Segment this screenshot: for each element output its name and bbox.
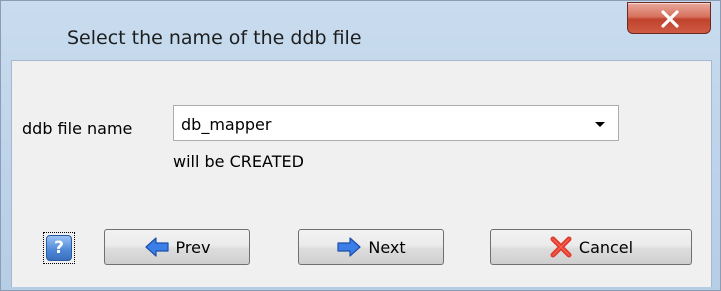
dialog-window: Select the name of the ddb file ddb file… bbox=[0, 0, 721, 291]
help-question-icon: ? bbox=[46, 235, 72, 261]
ddb-file-name-label: ddb file name bbox=[22, 119, 133, 138]
close-button[interactable] bbox=[627, 2, 711, 34]
cancel-button[interactable]: Cancel bbox=[490, 229, 692, 265]
arrow-left-icon bbox=[144, 237, 169, 257]
ddb-file-name-combobox[interactable]: db_mapper bbox=[173, 105, 619, 141]
chevron-down-icon[interactable] bbox=[595, 122, 605, 127]
arrow-right-icon bbox=[337, 237, 361, 257]
next-button[interactable]: Next bbox=[298, 229, 444, 265]
title-bar[interactable]: Select the name of the ddb file bbox=[1, 1, 720, 59]
prev-button-label: Prev bbox=[175, 237, 211, 257]
dialog-body: ddb file name db_mapper will be CREATED … bbox=[11, 60, 712, 287]
close-icon bbox=[661, 10, 679, 28]
help-button[interactable]: ? bbox=[43, 232, 75, 264]
prev-button[interactable]: Prev bbox=[104, 229, 250, 265]
file-status-text: will be CREATED bbox=[173, 152, 304, 171]
red-x-icon bbox=[550, 236, 572, 258]
dialog-title: Select the name of the ddb file bbox=[67, 27, 362, 49]
next-button-label: Next bbox=[368, 237, 406, 257]
combo-value: db_mapper bbox=[181, 115, 272, 134]
cancel-button-label: Cancel bbox=[578, 237, 634, 257]
